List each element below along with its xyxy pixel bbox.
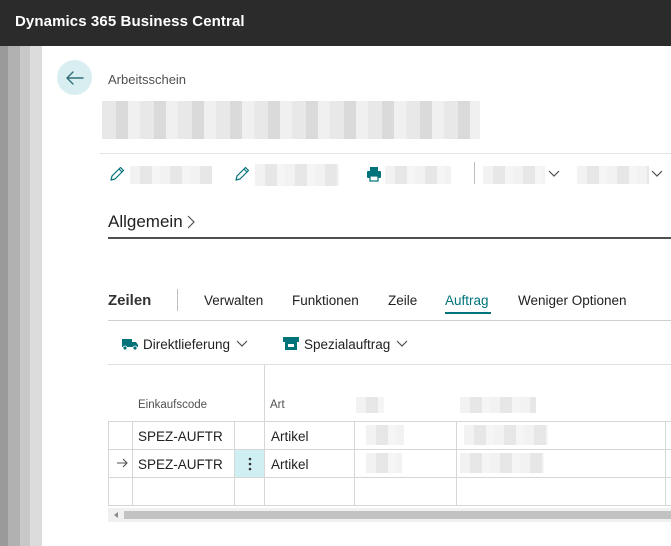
truck-icon — [122, 339, 138, 351]
menu-fewer-options[interactable]: Weniger Optionen — [518, 293, 627, 308]
grid-row-line — [108, 505, 671, 506]
scrollbar-thumb[interactable] — [124, 511, 671, 519]
edit-action-1[interactable] — [108, 162, 126, 186]
purchasing-code-cell[interactable]: SPEZ-AUFTR — [138, 457, 223, 472]
action-label-redacted — [255, 164, 339, 186]
menu-manage[interactable]: Verwalten — [204, 293, 263, 308]
special-order-button[interactable]: Spezialauftrag — [282, 334, 408, 354]
action-label-redacted — [385, 166, 451, 184]
horizontal-scrollbar[interactable] — [108, 508, 671, 522]
row-actions-button[interactable] — [235, 450, 264, 477]
app-title: Dynamics 365 Business Central — [15, 13, 245, 30]
scroll-left-icon[interactable] — [112, 511, 120, 519]
edit-action-2[interactable] — [233, 162, 251, 186]
type-cell[interactable]: Artikel — [271, 457, 309, 472]
type-cell[interactable]: Artikel — [271, 429, 309, 444]
grid-col-line — [264, 421, 265, 505]
chevron-down-icon — [651, 170, 663, 177]
grid-row-line — [108, 449, 671, 450]
grid-col-line — [354, 421, 355, 505]
chevron-down-icon — [236, 340, 248, 347]
cell-redacted — [366, 425, 404, 445]
column-header-type[interactable]: Art — [270, 399, 285, 411]
general-section-divider — [108, 237, 671, 239]
grid-row-line — [108, 477, 671, 478]
back-button[interactable] — [57, 60, 92, 95]
menu-functions[interactable]: Funktionen — [292, 293, 359, 308]
general-section-header[interactable]: Allgemein — [108, 212, 196, 232]
purchasing-code-cell[interactable]: SPEZ-AUFTR — [138, 429, 223, 444]
chevron-right-icon — [187, 215, 195, 229]
print-action[interactable] — [365, 162, 383, 186]
cell-redacted — [460, 453, 544, 473]
column-header-purchasing-code[interactable]: Einkaufscode — [138, 399, 207, 411]
menu-order[interactable]: Auftrag — [445, 293, 489, 308]
cell-redacted — [366, 453, 402, 473]
grid-col-line — [456, 421, 457, 505]
cell-redacted — [464, 425, 548, 445]
general-section-title: Allgemein — [108, 212, 183, 231]
special-order-icon — [283, 337, 299, 350]
lines-menu-divider — [108, 320, 671, 321]
lines-menu-separator — [177, 289, 178, 311]
grid-col-line — [665, 421, 666, 505]
lines-title: Zeilen — [108, 292, 152, 309]
record-title-redacted — [102, 101, 480, 139]
lines-grid: Einkaufscode Art SPEZ-AUFTR Artikel SPEZ… — [108, 365, 671, 507]
arrow-left-icon — [65, 70, 84, 85]
background-pages — [0, 46, 42, 546]
drop-shipment-label: Direktlieferung — [143, 336, 231, 352]
drop-shipment-button[interactable]: Direktlieferung — [121, 334, 248, 354]
more-vertical-icon — [248, 457, 251, 470]
grid-row-line — [108, 421, 671, 422]
breadcrumb: Arbeitsschein — [108, 72, 187, 87]
menu-label-redacted[interactable] — [483, 166, 545, 184]
menu-line[interactable]: Zeile — [388, 293, 417, 308]
column-header-redacted — [356, 397, 384, 413]
app-header: Dynamics 365 Business Central — [0, 0, 671, 46]
menu-label-redacted[interactable] — [577, 166, 649, 184]
frozen-column-divider — [264, 365, 265, 421]
grid-col-line — [108, 421, 109, 505]
grid-col-line — [132, 421, 133, 505]
actionbar-divider — [100, 153, 671, 154]
column-header-redacted — [460, 397, 536, 413]
active-tab-indicator — [445, 312, 491, 314]
printer-icon — [367, 167, 381, 182]
pencil-icon — [110, 166, 125, 181]
chevron-down-icon — [548, 170, 560, 177]
actionbar-separator — [474, 162, 475, 184]
chevron-down-icon — [396, 340, 408, 347]
arrow-right-icon — [117, 458, 128, 468]
special-order-label: Spezialauftrag — [304, 336, 391, 352]
pencil-icon — [235, 166, 250, 181]
action-label-redacted — [130, 166, 212, 184]
